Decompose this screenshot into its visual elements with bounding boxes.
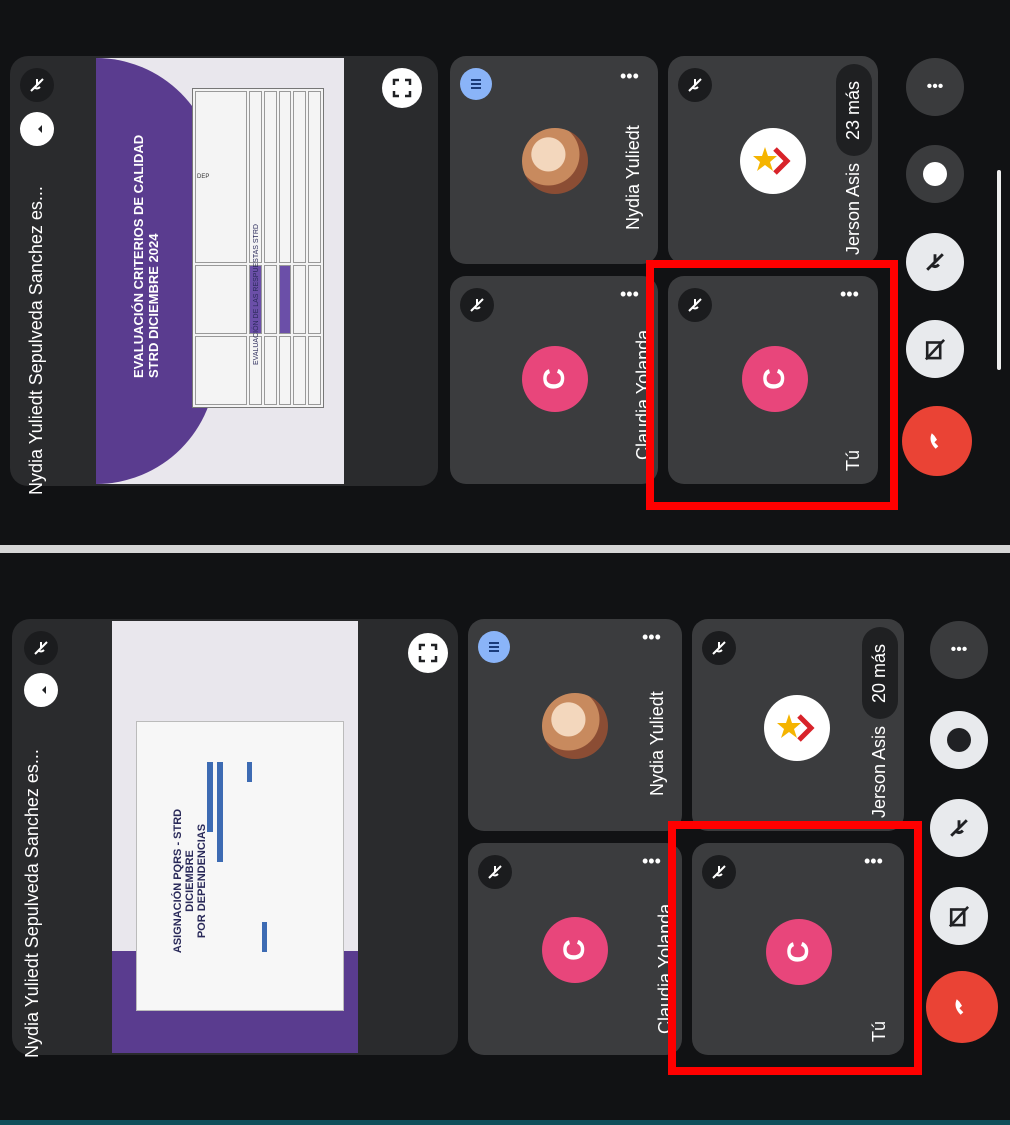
shared-slide: EVALUACIÓN CRITERIOS DE CALIDAD STRD DIC… <box>96 58 344 484</box>
participant-tile-claudia[interactable]: ••• C Claudia Yolanda <box>468 843 682 1055</box>
table-header: DEP <box>195 91 248 264</box>
raise-hand-icon[interactable] <box>906 145 964 203</box>
participant-tile-jerson[interactable]: 20 más Jerson Asis <box>692 619 904 831</box>
camera-off-button[interactable] <box>930 887 988 945</box>
screen-share-tile[interactable]: Nydia Yuliedt Sepulveda Sanchez es... AS… <box>12 619 458 1058</box>
avatar <box>542 693 608 759</box>
avatar: C <box>542 917 608 983</box>
mic-off-icon <box>678 68 712 102</box>
screenshot-panel-top: Nydia Yuliedt Sepulveda Sanchez es... EV… <box>0 0 1010 545</box>
panel-divider <box>0 545 1010 553</box>
slide-table-caption: EVALUACIÓN DE LAS RESPUESTAS STRD <box>252 224 260 365</box>
tile-more-options-icon[interactable]: ••• <box>620 66 639 87</box>
fullscreen-icon[interactable] <box>382 68 422 108</box>
captions-icon <box>478 631 510 663</box>
mic-off-icon <box>24 631 58 665</box>
pin-icon[interactable] <box>20 112 54 146</box>
highlight-box <box>668 821 922 1075</box>
mic-off-icon <box>460 288 494 322</box>
more-options-icon[interactable]: ••• <box>930 621 988 679</box>
camera-off-button[interactable] <box>906 320 964 378</box>
avatar <box>764 695 830 761</box>
highlight-box <box>646 260 898 510</box>
bottom-strip <box>0 1120 1010 1125</box>
presenter-label: Nydia Yuliedt Sepulveda Sanchez es... <box>25 186 46 495</box>
tile-more-options-icon[interactable]: ••• <box>642 851 661 872</box>
mic-off-icon <box>20 68 54 102</box>
screenshot-panel-bottom: Nydia Yuliedt Sepulveda Sanchez es... AS… <box>0 553 1010 1120</box>
tile-more-options-icon[interactable]: ••• <box>620 284 639 305</box>
participant-name: Nydia Yuliedt <box>646 691 667 796</box>
participant-tile-jerson[interactable]: 23 más Jerson Asis <box>668 56 878 264</box>
slide-title: EVALUACIÓN CRITERIOS DE CALIDAD STRD DIC… <box>131 134 161 378</box>
gesture-bar <box>997 170 1001 370</box>
raise-hand-icon[interactable] <box>930 711 988 769</box>
participant-tile-claudia[interactable]: ••• C Claudia Yolanda <box>450 276 658 484</box>
end-call-button[interactable] <box>902 406 972 476</box>
fullscreen-icon[interactable] <box>408 633 448 673</box>
avatar: C <box>522 346 588 412</box>
pin-icon[interactable] <box>24 673 58 707</box>
end-call-button[interactable] <box>926 971 998 1043</box>
participant-tile-nydia[interactable]: ••• Nydia Yuliedt <box>468 619 682 831</box>
avatar <box>522 128 588 194</box>
slide-title: ASIGNACIÓN PQRS - STRD DICIEMBRE POR DEP… <box>172 808 208 954</box>
mic-off-icon <box>478 855 512 889</box>
slide-chart-area <box>136 721 344 1011</box>
shared-slide: ASIGNACIÓN PQRS - STRD DICIEMBRE POR DEP… <box>112 621 358 1053</box>
captions-icon <box>460 68 492 100</box>
mic-off-icon <box>702 631 736 665</box>
more-options-icon[interactable]: ••• <box>906 58 964 116</box>
presenter-label: Nydia Yuliedt Sepulveda Sanchez es... <box>21 749 42 1058</box>
avatar <box>740 128 806 194</box>
tile-more-options-icon[interactable]: ••• <box>642 627 661 648</box>
participant-name: Jerson Asis <box>842 162 863 255</box>
mic-off-button[interactable] <box>930 799 988 857</box>
screen-share-tile[interactable]: Nydia Yuliedt Sepulveda Sanchez es... EV… <box>10 56 438 495</box>
participant-tile-nydia[interactable]: ••• Nydia Yuliedt <box>450 56 658 264</box>
participant-name: Jerson Asis <box>868 725 889 818</box>
participant-name: Nydia Yuliedt <box>622 125 643 230</box>
mic-off-button[interactable] <box>906 233 964 291</box>
